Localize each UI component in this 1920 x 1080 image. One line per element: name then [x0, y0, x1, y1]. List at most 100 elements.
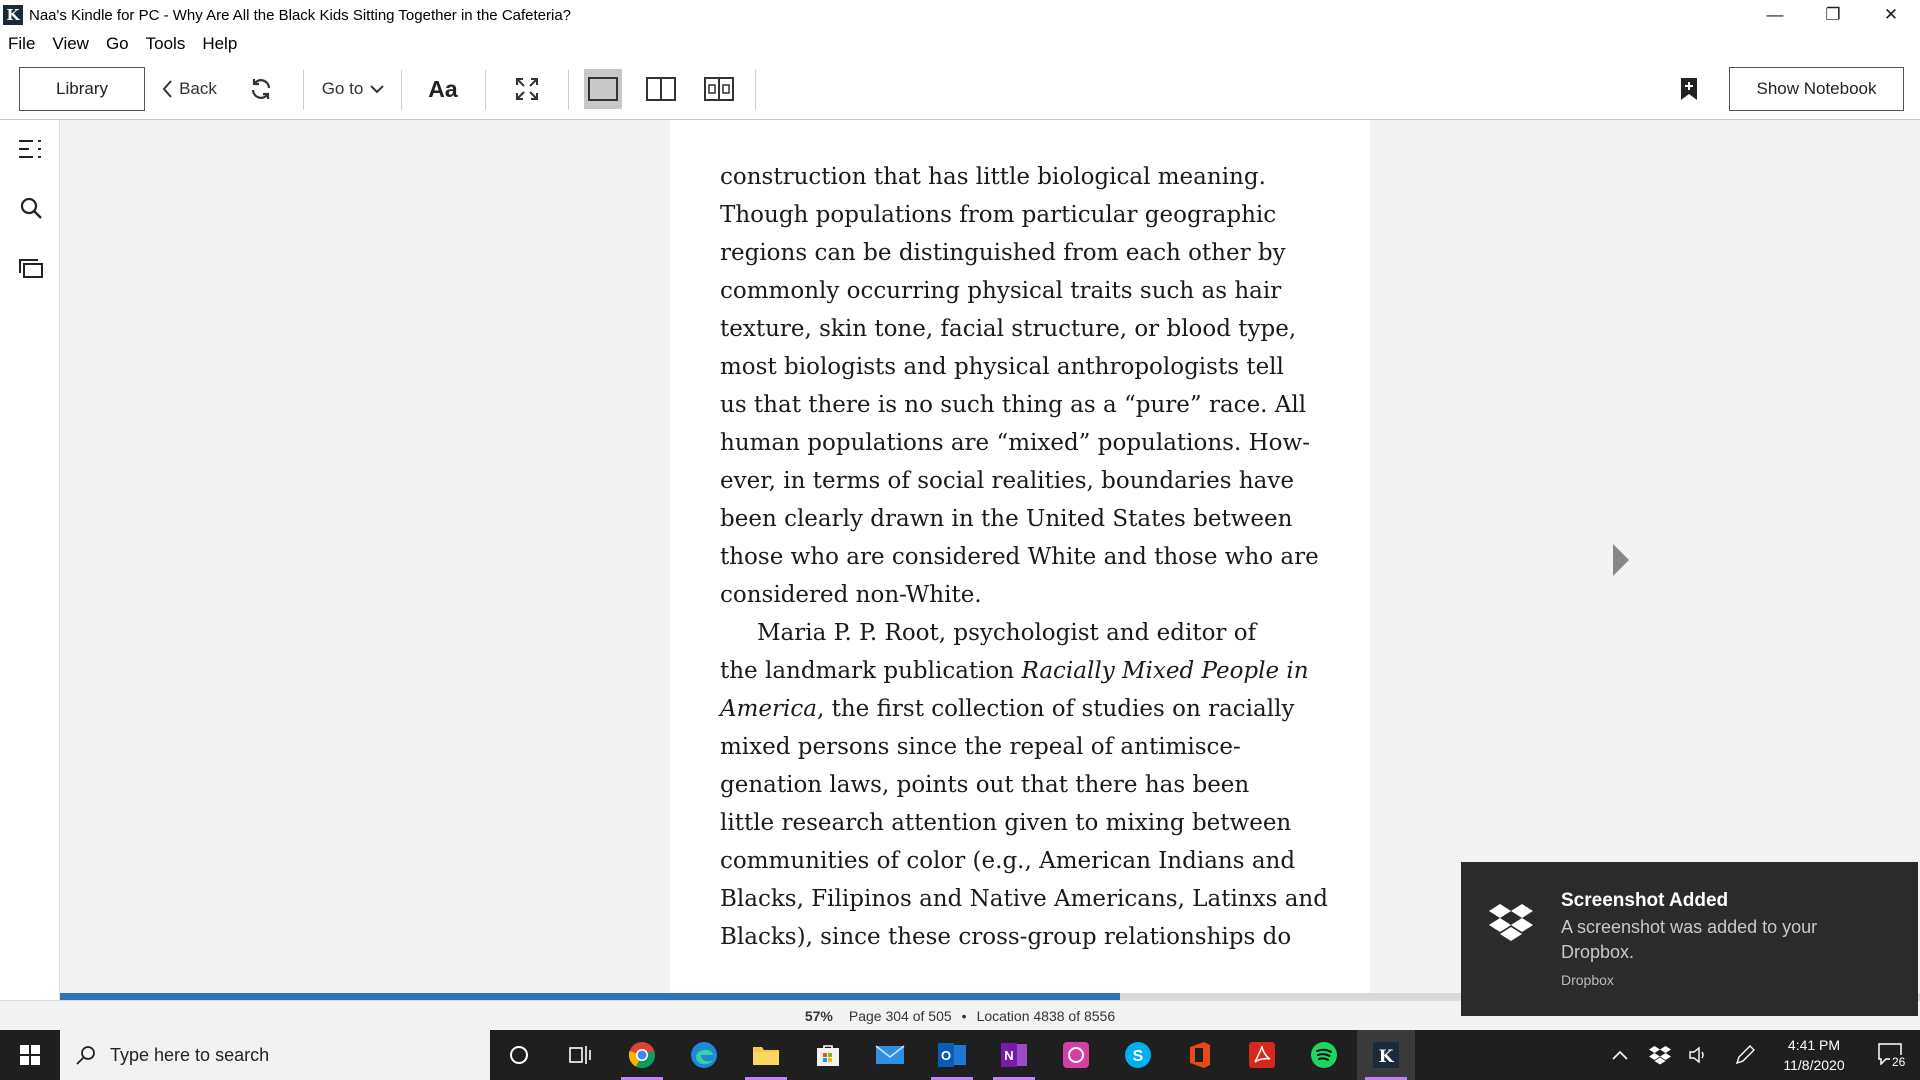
chevron-left-icon — [162, 80, 172, 98]
chrome-icon — [628, 1042, 656, 1069]
show-hidden-icons-button[interactable] — [1605, 1030, 1635, 1080]
bookmark-button[interactable] — [1672, 67, 1706, 111]
file-explorer-taskbar-app[interactable] — [737, 1030, 795, 1080]
status-separator: • — [961, 1007, 967, 1024]
menu-go[interactable]: Go — [106, 34, 129, 54]
restore-button[interactable]: ❐ — [1804, 0, 1862, 30]
next-page-arrow-icon[interactable] — [1613, 544, 1629, 576]
text-line: mixed persons since the repeal of antimi… — [720, 734, 1241, 760]
spotify-icon — [1311, 1042, 1337, 1068]
start-button[interactable] — [0, 1030, 60, 1080]
edge-taskbar-app[interactable] — [675, 1030, 733, 1080]
minimize-button[interactable]: — — [1746, 0, 1804, 30]
dropbox-tray-button[interactable] — [1645, 1030, 1675, 1080]
toolbar-divider — [401, 70, 402, 110]
cortana-button[interactable] — [490, 1030, 548, 1080]
text-line: little research attention given to mixin… — [720, 810, 1292, 836]
svg-text:K: K — [1379, 1047, 1395, 1067]
action-center-button[interactable]: 26 — [1876, 1038, 1912, 1072]
text-line: the landmark publication Racially Mixed … — [720, 652, 1309, 690]
library-button[interactable]: Library — [19, 67, 145, 111]
window-controls: — ❐ ✕ — [1746, 0, 1920, 30]
back-button[interactable]: Back — [158, 67, 220, 111]
search-icon — [76, 1046, 95, 1065]
chrome-taskbar-app[interactable] — [613, 1030, 671, 1080]
text-line: genation laws, points out that there has… — [720, 772, 1250, 798]
clock-time: 4:41 PM — [1787, 1037, 1841, 1053]
onenote-icon: N — [1001, 1043, 1027, 1067]
search-icon — [20, 197, 42, 219]
text-line: regions can be distinguished from each o… — [720, 240, 1286, 266]
taskbar-clock[interactable]: 4:41 PM 11/8/2020 — [1764, 1035, 1864, 1075]
sync-button[interactable] — [242, 67, 280, 111]
title-bar: K Naa's Kindle for PC - Why Are All the … — [0, 0, 1920, 30]
spotify-taskbar-app[interactable] — [1295, 1030, 1353, 1080]
skype-taskbar-app[interactable]: S — [1109, 1030, 1167, 1080]
fullscreen-button[interactable] — [510, 67, 544, 111]
text-line: Blacks, Filipinos and Native Americans, … — [720, 886, 1328, 912]
onenote-taskbar-app[interactable]: N — [985, 1030, 1043, 1080]
taskbar-search-box[interactable]: Type here to search — [60, 1030, 490, 1080]
menu-help[interactable]: Help — [202, 34, 237, 54]
notification-source: Dropbox — [1561, 972, 1614, 988]
show-notebook-button[interactable]: Show Notebook — [1729, 67, 1904, 111]
edge-icon — [691, 1042, 717, 1068]
task-view-button[interactable] — [551, 1030, 609, 1080]
percent-read: 57% — [804, 1007, 833, 1024]
font-settings-button[interactable]: Aa — [420, 67, 466, 111]
sync-icon — [251, 79, 271, 99]
chevron-down-icon — [370, 85, 385, 94]
kindle-taskbar-app[interactable]: K — [1357, 1030, 1415, 1080]
outlook-icon: O — [938, 1043, 966, 1067]
progress-fill — [60, 993, 1121, 1000]
book-title-italic: America — [720, 696, 817, 722]
menu-tools[interactable]: Tools — [146, 34, 186, 54]
goto-dropdown[interactable]: Go to — [313, 67, 393, 111]
show-notebook-label: Show Notebook — [1756, 79, 1877, 98]
two-column-button[interactable] — [642, 67, 680, 111]
acrobat-icon — [1249, 1042, 1275, 1068]
toolbar-divider — [303, 70, 304, 110]
close-button[interactable]: ✕ — [1862, 0, 1920, 30]
text-line: construction that has little biological … — [720, 164, 1266, 190]
text-line: us that there is no such thing as a “pur… — [720, 392, 1307, 418]
notification-title: Screenshot Added — [1561, 890, 1729, 911]
cortana-icon — [510, 1046, 528, 1064]
menu-view[interactable]: View — [52, 34, 89, 54]
task-view-icon — [569, 1046, 591, 1064]
dropbox-icon — [1489, 904, 1533, 941]
text-line: Maria P. P. Root, psychologist and edito… — [757, 620, 1257, 646]
store-bag-icon — [817, 1045, 839, 1066]
office-taskbar-app[interactable] — [1171, 1030, 1229, 1080]
chevron-up-icon — [1612, 1050, 1628, 1060]
text-line: communities of color (e.g., American Ind… — [720, 848, 1296, 874]
goto-label: Go to — [321, 79, 364, 98]
mail-taskbar-app[interactable] — [861, 1030, 919, 1080]
svg-text:S: S — [1133, 1048, 1144, 1065]
text-line: Though populations from particular geogr… — [720, 202, 1277, 228]
toolbar-divider — [485, 70, 486, 110]
dropbox-notification[interactable]: Screenshot Added A screenshot was added … — [1461, 862, 1918, 1016]
text-line: been clearly drawn in the United States … — [720, 506, 1293, 532]
store-taskbar-app[interactable] — [799, 1030, 857, 1080]
pen-workspace-button[interactable] — [1730, 1030, 1760, 1080]
acrobat-taskbar-app[interactable] — [1233, 1030, 1291, 1080]
page-flip-button[interactable] — [700, 67, 738, 111]
notification-body: A screenshot was added to your Dropbox. — [1561, 917, 1818, 962]
single-column-button[interactable] — [584, 69, 622, 109]
search-button[interactable] — [14, 191, 48, 225]
whatsapp-icon — [1063, 1042, 1089, 1068]
dropbox-tray-icon — [1649, 1046, 1671, 1065]
toolbar-divider — [755, 70, 756, 110]
volume-button[interactable] — [1684, 1030, 1714, 1080]
menu-file[interactable]: File — [8, 34, 35, 54]
flashcards-button[interactable] — [14, 251, 48, 285]
fullscreen-icon — [516, 78, 538, 100]
text-run: , the first collection of studies on rac… — [816, 696, 1295, 722]
table-of-contents-button[interactable] — [14, 132, 48, 166]
single-page-icon — [588, 77, 618, 101]
pen-icon — [1735, 1045, 1755, 1065]
cards-icon — [19, 259, 43, 278]
whatsapp-taskbar-app[interactable] — [1047, 1030, 1105, 1080]
outlook-taskbar-app[interactable]: O — [923, 1030, 981, 1080]
